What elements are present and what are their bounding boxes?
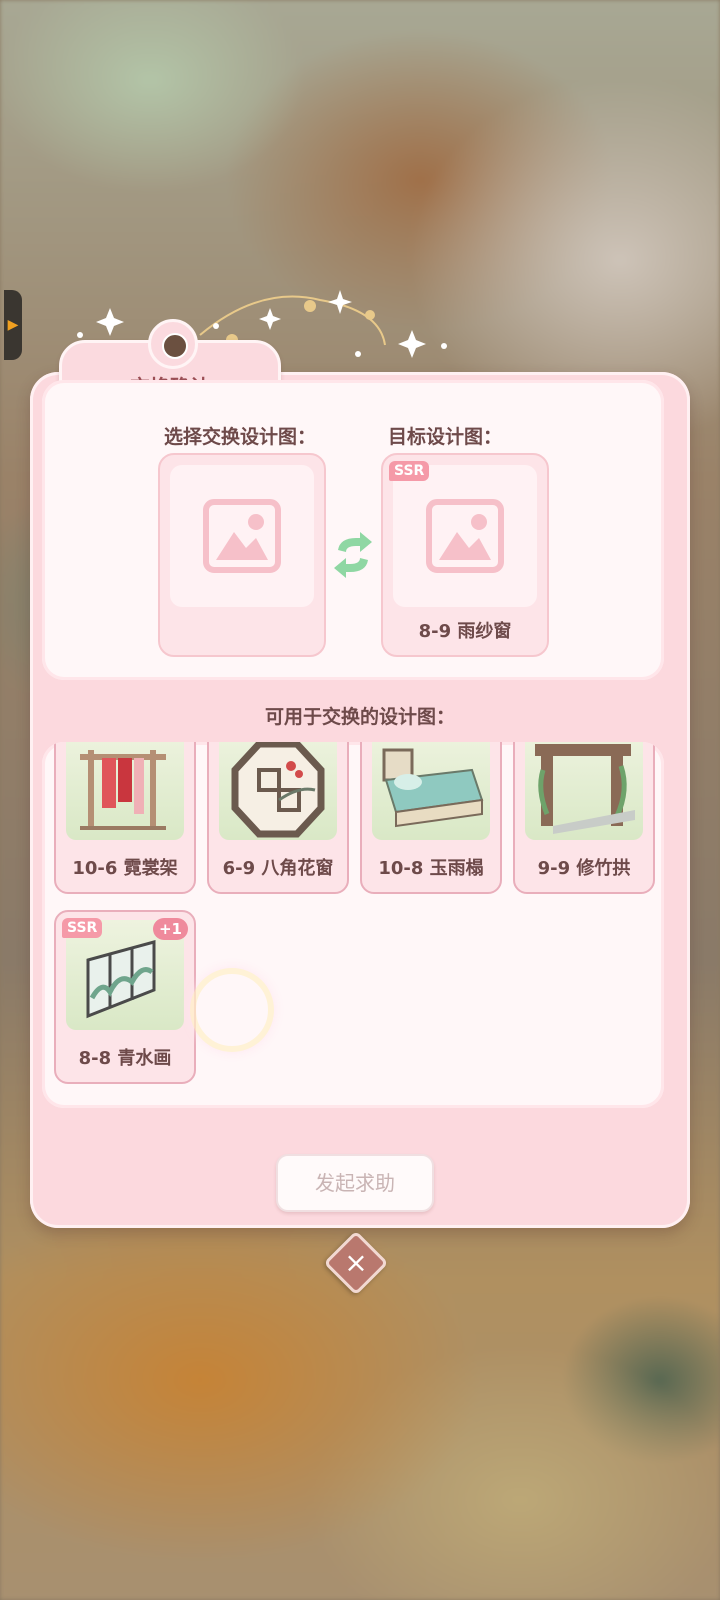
- blueprint-card[interactable]: SSR +1 8-8 青水画: [54, 910, 196, 1084]
- close-icon: ×: [344, 1246, 368, 1279]
- blueprint-name: 9-9 修竹拱: [537, 858, 631, 879]
- select-label: 选择交换设计图：: [164, 426, 317, 448]
- side-expand-tab[interactable]: ▶: [4, 290, 22, 360]
- blueprint-name: 6-9 八角花窗: [222, 858, 334, 879]
- bamboo-arch-icon: [525, 742, 643, 840]
- blueprint-image: [393, 465, 537, 607]
- rarity-badge: SSR: [389, 461, 430, 481]
- image-placeholder-icon: [203, 499, 281, 573]
- rarity-badge: SSR: [62, 918, 103, 938]
- select-blueprint-slot[interactable]: [158, 453, 326, 657]
- swap-arrows-icon: [334, 532, 372, 578]
- empty-slot: [170, 465, 314, 607]
- request-help-button[interactable]: 发起求助: [276, 1154, 434, 1212]
- sparkle-ring: [190, 968, 274, 1052]
- clothes-rack-icon: [66, 742, 184, 840]
- available-label: 可用于交换的设计图：: [264, 706, 455, 728]
- blueprint-card[interactable]: 9-9 修竹拱: [513, 742, 655, 894]
- image-placeholder-icon: [426, 499, 504, 573]
- count-badge: +1: [152, 918, 188, 940]
- blueprint-name: 10-6 霓裳架: [72, 858, 178, 879]
- octagon-window-icon: [219, 742, 337, 840]
- target-blueprint-name: 8-9 雨纱窗: [418, 621, 512, 642]
- available-blueprints-list[interactable]: 10-6 霓裳架 6-9 八角花窗 10-8 玉雨榻 9-9 修竹拱 SSR +…: [42, 742, 664, 1108]
- target-blueprint-slot: SSR 8-9 雨纱窗: [381, 453, 549, 657]
- blueprint-name: 10-8 玉雨榻: [378, 858, 484, 879]
- target-label: 目标设计图：: [388, 426, 503, 448]
- avatar: [148, 319, 198, 369]
- blueprint-card[interactable]: 6-9 八角花窗: [207, 742, 349, 894]
- arrow-right-icon: ▶: [7, 317, 19, 333]
- blueprint-card[interactable]: 10-6 霓裳架: [54, 742, 196, 894]
- blueprint-name: 8-8 青水画: [78, 1048, 172, 1069]
- daybed-icon: [372, 742, 490, 840]
- blueprint-card[interactable]: 10-8 玉雨榻: [360, 742, 502, 894]
